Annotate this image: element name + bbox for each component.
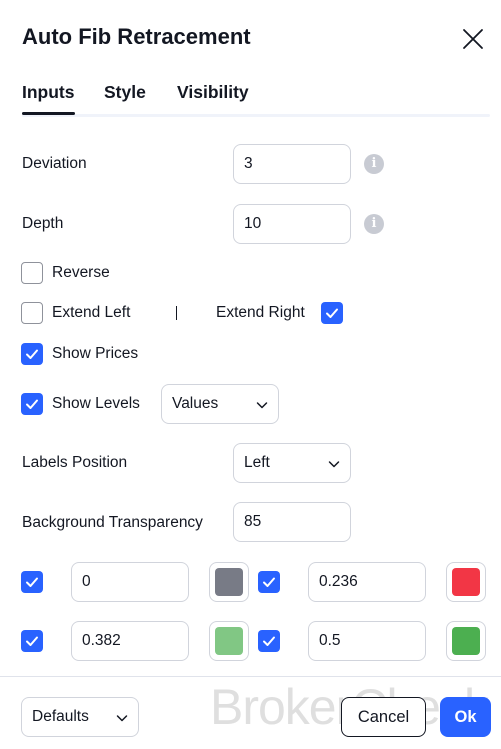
chevron-down-icon [256,402,268,409]
deviation-label: Deviation [22,155,87,172]
extend-left-checkbox[interactable] [21,302,43,324]
show-levels-checkbox[interactable] [21,393,43,415]
labels-position-select[interactable]: Left [233,443,351,483]
level-value-input[interactable]: 0.5 [308,621,426,661]
defaults-label: Defaults [32,708,89,725]
chevron-down-icon [328,461,340,468]
labels-position-select-value: Left [244,454,270,471]
level-color-picker[interactable] [446,562,486,602]
level-value-input[interactable]: 0 [71,562,189,602]
level-checkbox[interactable] [258,630,280,652]
tab-bar: Inputs Style Visibility [0,80,501,118]
close-icon[interactable] [460,26,486,52]
check-icon [26,577,38,587]
show-prices-label: Show Prices [52,345,139,362]
check-icon [26,636,38,646]
level-checkbox[interactable] [21,630,43,652]
color-swatch [215,568,243,596]
reverse-label: Reverse [52,264,110,281]
check-icon [26,349,38,359]
level-value-input[interactable]: 0.382 [71,621,189,661]
extend-right-checkbox[interactable] [321,302,343,324]
info-icon[interactable]: i [364,214,384,234]
footer-divider [0,676,501,677]
show-levels-select-value: Values [172,395,219,412]
defaults-dropdown[interactable]: Defaults [21,697,139,737]
color-swatch [452,568,480,596]
dialog-title: Auto Fib Retracement [22,24,251,49]
extend-left-label: Extend Left [52,304,131,321]
tab-visibility[interactable]: Visibility [177,82,249,103]
level-value-input[interactable]: 0.236 [308,562,426,602]
info-icon[interactable]: i [364,154,384,174]
color-swatch [452,627,480,655]
level-color-picker[interactable] [446,621,486,661]
ok-button[interactable]: Ok [440,697,491,737]
labels-position-label: Labels Position [22,454,128,471]
extend-right-label: Extend Right [216,304,305,321]
reverse-checkbox[interactable] [21,262,43,284]
show-levels-label: Show Levels [52,395,140,412]
check-icon [26,399,38,409]
level-checkbox[interactable] [21,571,43,593]
background-transparency-input[interactable]: 85 [233,502,351,542]
cancel-button[interactable]: Cancel [341,697,426,737]
show-prices-checkbox[interactable] [21,343,43,365]
color-swatch [215,627,243,655]
level-color-picker[interactable] [209,562,249,602]
check-icon [263,577,275,587]
tab-style[interactable]: Style [104,82,146,103]
check-icon [263,636,275,646]
background-transparency-label: Background Transparency [22,514,203,531]
tab-bar-divider [22,114,490,117]
check-icon [326,308,338,318]
tab-inputs[interactable]: Inputs [22,82,75,115]
deviation-input[interactable]: 3 [233,144,351,184]
level-checkbox[interactable] [258,571,280,593]
depth-label: Depth [22,215,64,232]
level-color-picker[interactable] [209,621,249,661]
show-levels-select[interactable]: Values [161,384,279,424]
chevron-down-icon [116,715,128,722]
separator [176,306,177,320]
depth-input[interactable]: 10 [233,204,351,244]
